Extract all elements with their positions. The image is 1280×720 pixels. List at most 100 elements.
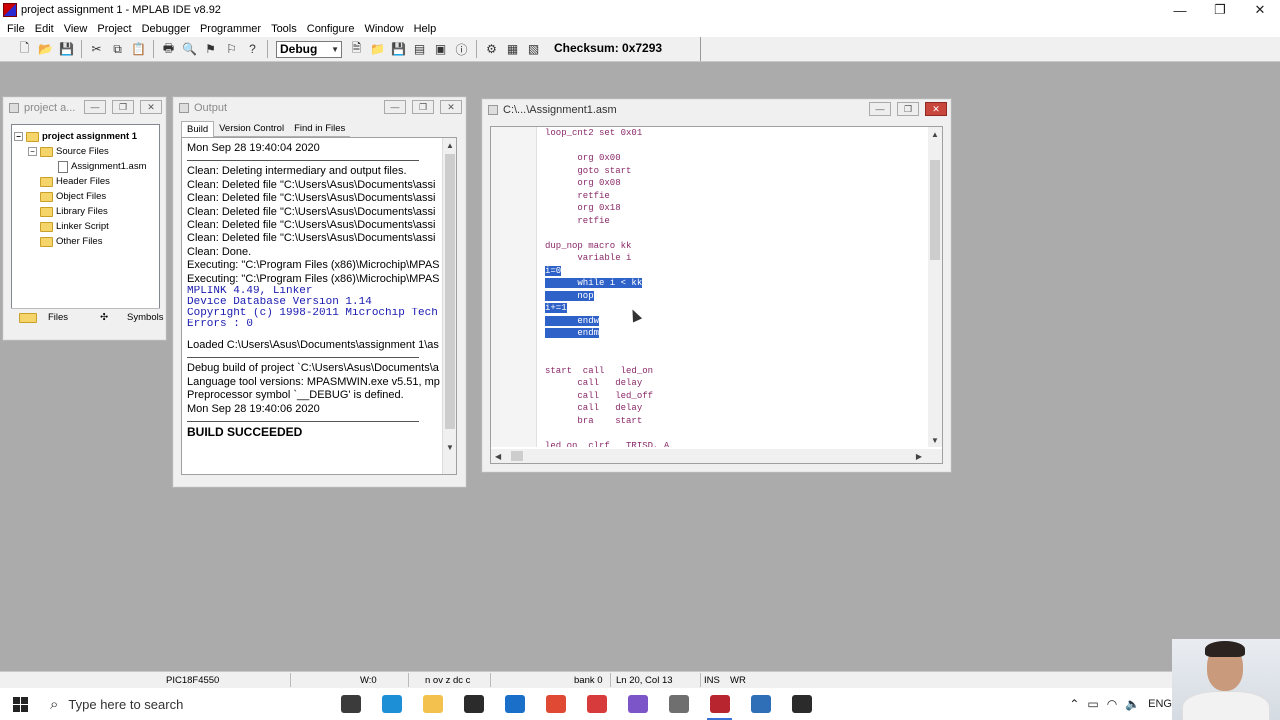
build-icon[interactable]: ▤	[412, 41, 428, 57]
info-icon[interactable]: ⓘ	[454, 41, 470, 57]
taskbar-app-mail[interactable]	[494, 688, 535, 720]
tree-item-library-files[interactable]: Library Files	[14, 204, 157, 219]
editor-horizontal-scrollbar[interactable]: ◀ ▶	[491, 449, 942, 463]
editor-vertical-scrollbar[interactable]: ▲ ▼	[928, 127, 942, 447]
editor-gutter[interactable]	[491, 127, 537, 447]
build-config-select[interactable]: Debug ▼	[276, 40, 342, 58]
taskbar-app-app-gift[interactable]	[576, 688, 617, 720]
code-line[interactable]: goto start	[545, 165, 925, 178]
code-line[interactable]: org 0x08	[545, 177, 925, 190]
code-line[interactable]	[545, 140, 925, 153]
menu-programmer[interactable]: Programmer	[195, 23, 266, 35]
taskbar-app-photos[interactable]	[740, 688, 781, 720]
paste-icon[interactable]: 📋	[131, 41, 147, 57]
code-line[interactable]: call delay	[545, 402, 925, 415]
minimize-button[interactable]: —	[1160, 0, 1200, 20]
menu-debugger[interactable]: Debugger	[137, 23, 195, 35]
output-window-titlebar[interactable]: Output — ❐ ✕	[173, 97, 466, 119]
bookmark-next-icon[interactable]: ⚐	[224, 41, 240, 57]
code-line[interactable]: org 0x18	[545, 202, 925, 215]
code-line[interactable]: loop_cnt2 set 0x01	[545, 127, 925, 140]
tree-item-object-files[interactable]: Object Files	[14, 189, 157, 204]
code-line[interactable]: endm	[545, 327, 925, 340]
menu-project[interactable]: Project	[92, 23, 136, 35]
output-scrollbar[interactable]: ▲ ▼	[442, 138, 456, 474]
print-icon[interactable]: 🖶	[161, 41, 177, 57]
code-line[interactable]: i+=1	[545, 302, 925, 315]
scroll-thumb[interactable]	[445, 154, 455, 429]
taskbar-app-edge[interactable]	[371, 688, 412, 720]
taskbar-app-app-bug[interactable]	[658, 688, 699, 720]
code-line[interactable]	[545, 427, 925, 440]
taskbar-search[interactable]: ⌕ Type here to search	[40, 688, 330, 720]
menu-edit[interactable]: Edit	[30, 23, 59, 35]
code-line[interactable]: bra start	[545, 415, 925, 428]
code-line[interactable]: retfie	[545, 215, 925, 228]
tab-find-in-files[interactable]: Find in Files	[289, 121, 351, 137]
minimize-button[interactable]: —	[84, 100, 106, 114]
code-line[interactable]: variable i	[545, 252, 925, 265]
code-line[interactable]: org 0x00	[545, 152, 925, 165]
code-line[interactable]: endw	[545, 315, 925, 328]
new-project-icon[interactable]: 🗎	[349, 41, 365, 57]
cut-icon[interactable]: ✂	[89, 41, 105, 57]
menu-help[interactable]: Help	[409, 23, 442, 35]
tree-item-other-files[interactable]: Other Files	[14, 234, 157, 249]
menu-window[interactable]: Window	[359, 23, 408, 35]
tray-chevron-icon[interactable]: ⌃	[1069, 697, 1079, 711]
tab-files[interactable]: Files	[11, 309, 84, 326]
close-button[interactable]: ✕	[925, 102, 947, 116]
maximize-button[interactable]: ❐	[897, 102, 919, 116]
scroll-right-icon[interactable]: ▶	[916, 449, 922, 463]
save-workspace-icon[interactable]: 💾	[391, 41, 407, 57]
copy-icon[interactable]: ⧉	[110, 41, 126, 57]
save-icon[interactable]: 💾	[59, 41, 75, 57]
menu-tools[interactable]: Tools	[266, 23, 302, 35]
scroll-left-icon[interactable]: ◀	[495, 449, 501, 463]
battery-icon[interactable]: ▭	[1087, 697, 1098, 711]
code-line[interactable]: nop	[545, 290, 925, 303]
scroll-down-icon[interactable]: ▼	[928, 433, 942, 447]
menu-view[interactable]: View	[59, 23, 93, 35]
scroll-up-icon[interactable]: ▲	[443, 138, 456, 152]
settings-icon[interactable]: ▧	[526, 41, 542, 57]
wifi-icon[interactable]: ◠	[1107, 697, 1117, 711]
taskbar-app-settings[interactable]	[781, 688, 822, 720]
close-button[interactable]: ✕	[1240, 0, 1280, 20]
maximize-button[interactable]: ❐	[1200, 0, 1240, 20]
taskbar-app-app-screen[interactable]	[617, 688, 658, 720]
code-line[interactable]: i=0	[545, 265, 925, 278]
close-button[interactable]: ✕	[140, 100, 162, 114]
code-line[interactable]: retfie	[545, 190, 925, 203]
taskbar-app-chrome[interactable]	[535, 688, 576, 720]
code-line[interactable]: led_on clrf TRISD, A	[545, 440, 925, 448]
menu-configure[interactable]: Configure	[302, 23, 360, 35]
menu-file[interactable]: File	[2, 23, 30, 35]
taskbar-app-task-view[interactable]	[330, 688, 371, 720]
code-line[interactable]	[545, 227, 925, 240]
code-line[interactable]: call delay	[545, 377, 925, 390]
maximize-button[interactable]: ❐	[112, 100, 134, 114]
editor-window-titlebar[interactable]: C:\...\Assignment1.asm — ❐ ✕	[482, 99, 951, 121]
volume-icon[interactable]: 🔈	[1125, 697, 1140, 711]
collapse-icon[interactable]: −	[14, 132, 23, 141]
code-line[interactable]: while i < kk	[545, 277, 925, 290]
tree-item-assignment1-asm[interactable]: Assignment1.asm	[14, 159, 157, 174]
code-line[interactable]: call led_off	[545, 390, 925, 403]
minimize-button[interactable]: —	[869, 102, 891, 116]
tree-item-header-files[interactable]: Header Files	[14, 174, 157, 189]
find-icon[interactable]: 🔍	[182, 41, 198, 57]
maximize-button[interactable]: ❐	[412, 100, 434, 114]
tab-version-control[interactable]: Version Control	[214, 121, 290, 137]
minimize-button[interactable]: —	[384, 100, 406, 114]
scroll-thumb[interactable]	[930, 160, 940, 260]
taskbar-app-store[interactable]	[453, 688, 494, 720]
output-text-area[interactable]: Mon Sep 28 19:40:04 2020 Clean: Deleting…	[181, 137, 457, 475]
code-line[interactable]	[545, 340, 925, 353]
code-line[interactable]	[545, 352, 925, 365]
collapse-icon[interactable]: −	[28, 147, 37, 156]
scroll-down-icon[interactable]: ▼	[443, 440, 456, 454]
project-window-titlebar[interactable]: project a... — ❐ ✕	[3, 97, 166, 119]
taskbar-app-file-explorer[interactable]	[412, 688, 453, 720]
language-indicator[interactable]: ENG	[1148, 698, 1172, 710]
